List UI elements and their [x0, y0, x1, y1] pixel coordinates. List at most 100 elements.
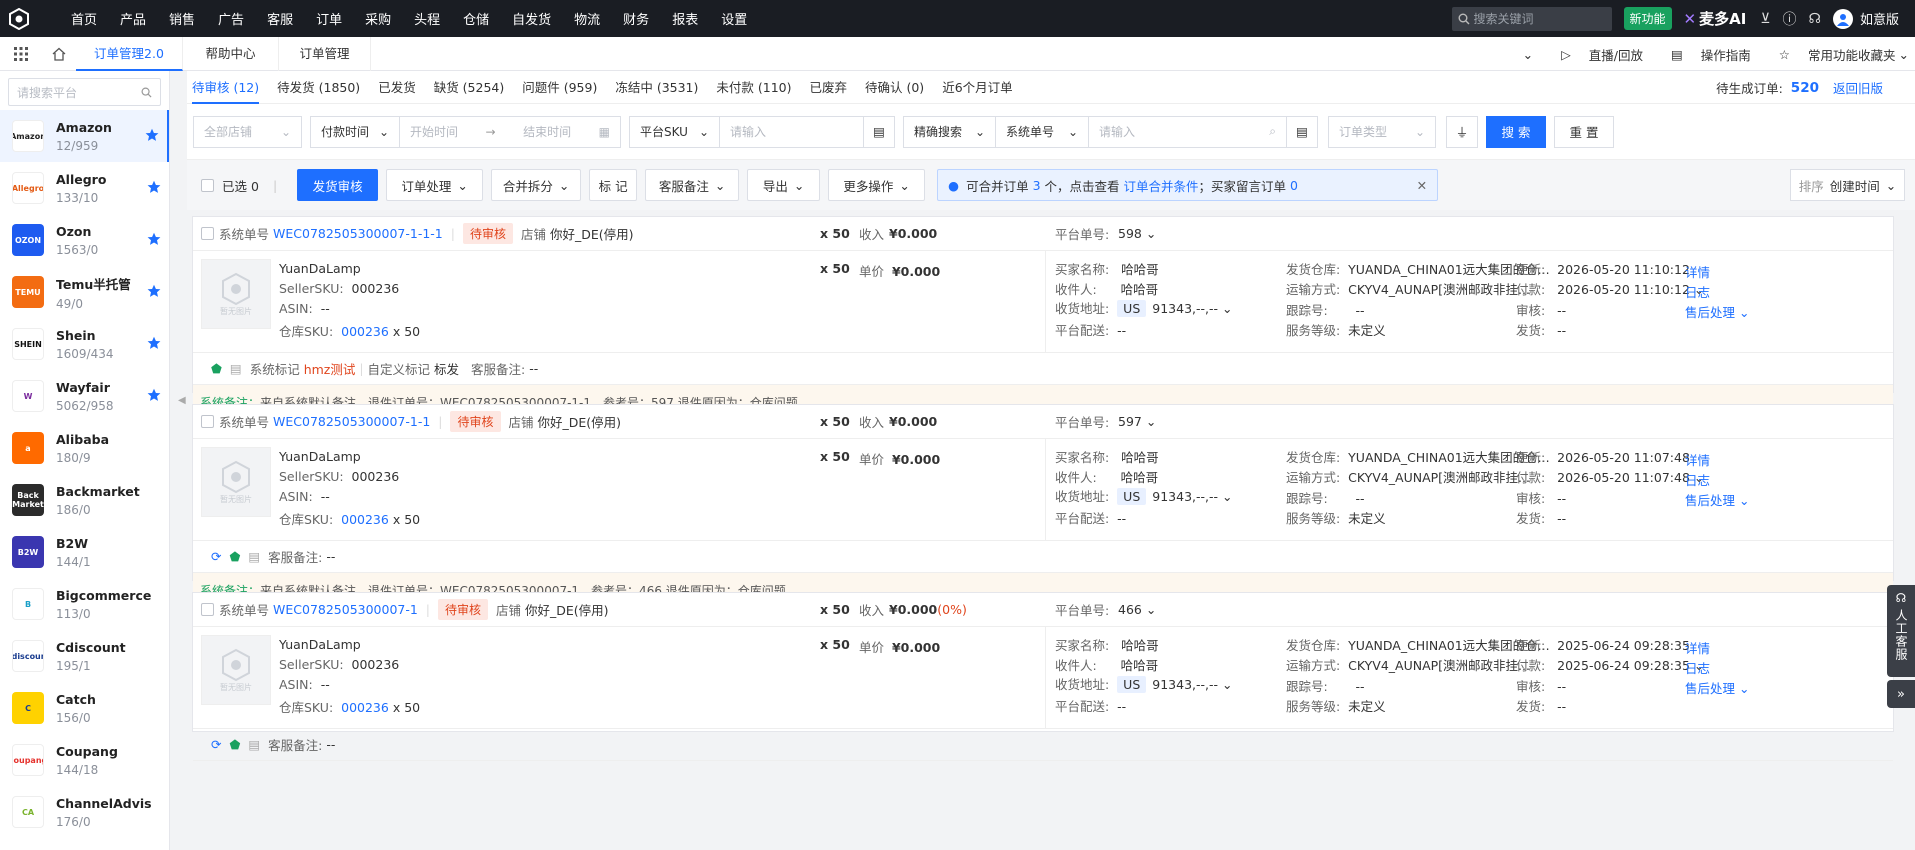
platform-number-dropdown[interactable]: 598 ⌄	[1118, 226, 1156, 241]
chevron-down-icon[interactable]: ⌄	[1222, 677, 1232, 692]
live-service-button[interactable]: ☊ 人工客服	[1887, 585, 1915, 677]
status-tab[interactable]: 待发货 (1850)	[277, 71, 360, 104]
log-link[interactable]: 日志	[1685, 470, 1881, 489]
platform-item[interactable]: SHEIN Shein 1609/434	[0, 318, 169, 370]
pending-generate-count[interactable]: 520	[1791, 80, 1819, 96]
platform-item[interactable]: CA ChannelAdvis 176/0	[0, 786, 169, 838]
tabs-dropdown-icon[interactable]: ⌄	[1523, 47, 1533, 62]
shield-icon[interactable]: ⬟	[229, 549, 240, 564]
warehouse-sku-link[interactable]: 000236	[341, 512, 389, 527]
store-select[interactable]: 全部店铺 ⌄	[193, 115, 302, 148]
date-range-picker[interactable]: 开始时间 → 结束时间 ▦	[399, 115, 621, 148]
expand-panel-icon[interactable]: »	[1887, 680, 1915, 708]
status-tab[interactable]: 待确认 (0)	[865, 71, 924, 104]
order-type-select[interactable]: 订单类型 ⌄	[1328, 115, 1436, 148]
star-icon[interactable]	[147, 232, 161, 249]
platform-search-input[interactable]: 请搜索平台	[8, 78, 161, 106]
buyer-message-count[interactable]: 0	[1290, 178, 1298, 193]
nav-item[interactable]: 采购	[365, 9, 391, 28]
sku-input[interactable]: 请输入	[719, 115, 864, 148]
platform-item[interactable]: Back Market Backmarket 186/0	[0, 474, 169, 526]
shield-icon[interactable]: ⬟	[211, 361, 222, 376]
detail-link[interactable]: 详情	[1685, 638, 1881, 657]
platform-item[interactable]: TEMU Temu半托管 49/0	[0, 266, 169, 318]
aftersale-dropdown[interactable]: 售后处理 ⌄	[1685, 302, 1881, 321]
doc-icon[interactable]: ▤	[230, 361, 242, 376]
headset-icon[interactable]: ☊	[1809, 11, 1821, 27]
detail-link[interactable]: 详情	[1685, 262, 1881, 281]
nav-item[interactable]: 自发货	[512, 9, 551, 28]
merge-conditions-link[interactable]: 订单合并条件	[1124, 176, 1199, 195]
tab-help-center[interactable]: 帮助中心	[183, 36, 279, 71]
nav-item[interactable]: 首页	[71, 9, 97, 28]
nav-item[interactable]: 订单	[316, 9, 342, 28]
time-type-select[interactable]: 付款时间 ⌄	[310, 115, 400, 148]
match-mode-select[interactable]: 精确搜索 ⌄	[903, 115, 996, 148]
platform-item[interactable]: coupang Coupang 144/18	[0, 734, 169, 786]
nav-item[interactable]: 报表	[672, 9, 698, 28]
system-number-link[interactable]: WEC0782505300007-1-1	[273, 414, 430, 429]
ship-audit-button[interactable]: 发货审核	[297, 169, 379, 201]
platform-item[interactable]: B2W B2W 144/1	[0, 526, 169, 578]
log-link[interactable]: 日志	[1685, 282, 1881, 301]
apps-grid-icon[interactable]	[0, 46, 42, 61]
chevron-down-icon[interactable]: ⌄	[1222, 489, 1232, 504]
nav-item[interactable]: 广告	[218, 9, 244, 28]
close-icon[interactable]: ✕	[1417, 178, 1427, 193]
nav-item[interactable]: 产品	[120, 9, 146, 28]
mark-button[interactable]: 标 记	[589, 169, 638, 201]
advanced-filter-icon[interactable]: ⏚	[1446, 115, 1478, 148]
new-feature-button[interactable]: 新功能	[1623, 7, 1672, 30]
tab-order-management[interactable]: 订单管理	[279, 36, 371, 71]
log-link[interactable]: 日志	[1685, 658, 1881, 677]
nav-item[interactable]: 头程	[414, 9, 440, 28]
order-checkbox[interactable]	[201, 603, 214, 616]
chevron-down-icon[interactable]: ⌄	[1222, 301, 1232, 316]
help-icon[interactable]: ⓘ	[1783, 9, 1797, 29]
order-checkbox[interactable]	[201, 227, 214, 240]
order-checkbox[interactable]	[201, 415, 214, 428]
export-button[interactable]: 导出 ⌄	[747, 169, 821, 201]
star-icon[interactable]	[147, 336, 161, 353]
platform-number-dropdown[interactable]: 597 ⌄	[1118, 414, 1156, 429]
status-tab[interactable]: 未付款 (110)	[716, 71, 791, 104]
status-tab[interactable]: 冻结中 (3531)	[615, 71, 698, 104]
live-replay-link[interactable]: ▷ 直播/回放	[1547, 45, 1643, 64]
status-tab[interactable]: 问题件 (959)	[522, 71, 597, 104]
order-process-button[interactable]: 订单处理 ⌄	[386, 169, 484, 201]
refresh-icon[interactable]: ⟳	[211, 737, 221, 752]
platform-item[interactable]: B Bigcommerce 113/0	[0, 578, 169, 630]
platform-number-dropdown[interactable]: 466 ⌄	[1118, 602, 1156, 617]
status-tab[interactable]: 待审核 (12)	[192, 71, 260, 104]
favorites-link[interactable]: ☆ 常用功能收藏夹 ⌄	[1765, 45, 1909, 64]
search-button[interactable]: 搜 索	[1486, 115, 1546, 148]
back-to-old-version-link[interactable]: 返回旧版	[1833, 78, 1883, 97]
nav-item[interactable]: 仓储	[463, 9, 489, 28]
refresh-icon[interactable]: ⟳	[211, 549, 221, 564]
merge-split-button[interactable]: 合并拆分 ⌄	[491, 169, 582, 201]
system-number-link[interactable]: WEC0782505300007-1-1-1	[273, 226, 443, 241]
sidebar-collapse-handle[interactable]: ◀	[178, 395, 186, 415]
batch-input-icon[interactable]: ▤	[863, 115, 895, 148]
warehouse-sku-link[interactable]: 000236	[341, 700, 389, 715]
nav-item[interactable]: 物流	[574, 9, 600, 28]
more-actions-button[interactable]: 更多操作 ⌄	[828, 169, 926, 201]
star-icon[interactable]	[147, 284, 161, 301]
detail-link[interactable]: 详情	[1685, 450, 1881, 469]
aftersale-dropdown[interactable]: 售后处理 ⌄	[1685, 490, 1881, 509]
platform-item[interactable]: Amazon Amazon 12/959	[0, 110, 169, 162]
tab-order-management-2[interactable]: 订单管理2.0	[76, 36, 183, 71]
star-icon[interactable]	[147, 180, 161, 197]
platform-item[interactable]: a Alibaba 180/9	[0, 422, 169, 474]
home-icon[interactable]	[42, 47, 76, 61]
user-menu[interactable]: 如意版	[1832, 8, 1899, 29]
nav-item[interactable]: 销售	[169, 9, 195, 28]
platform-item[interactable]: W Wayfair 5062/958	[0, 370, 169, 422]
doc-icon[interactable]: ▤	[248, 549, 260, 564]
batch-number-icon[interactable]: ▤	[1286, 115, 1318, 148]
cs-note-button[interactable]: 客服备注 ⌄	[645, 169, 740, 201]
sort-select[interactable]: 排序 创建时间 ⌄	[1790, 169, 1905, 201]
status-tab[interactable]: 缺货 (5254)	[434, 71, 505, 104]
reset-button[interactable]: 重 置	[1554, 115, 1614, 148]
nav-item[interactable]: 设置	[721, 9, 747, 28]
